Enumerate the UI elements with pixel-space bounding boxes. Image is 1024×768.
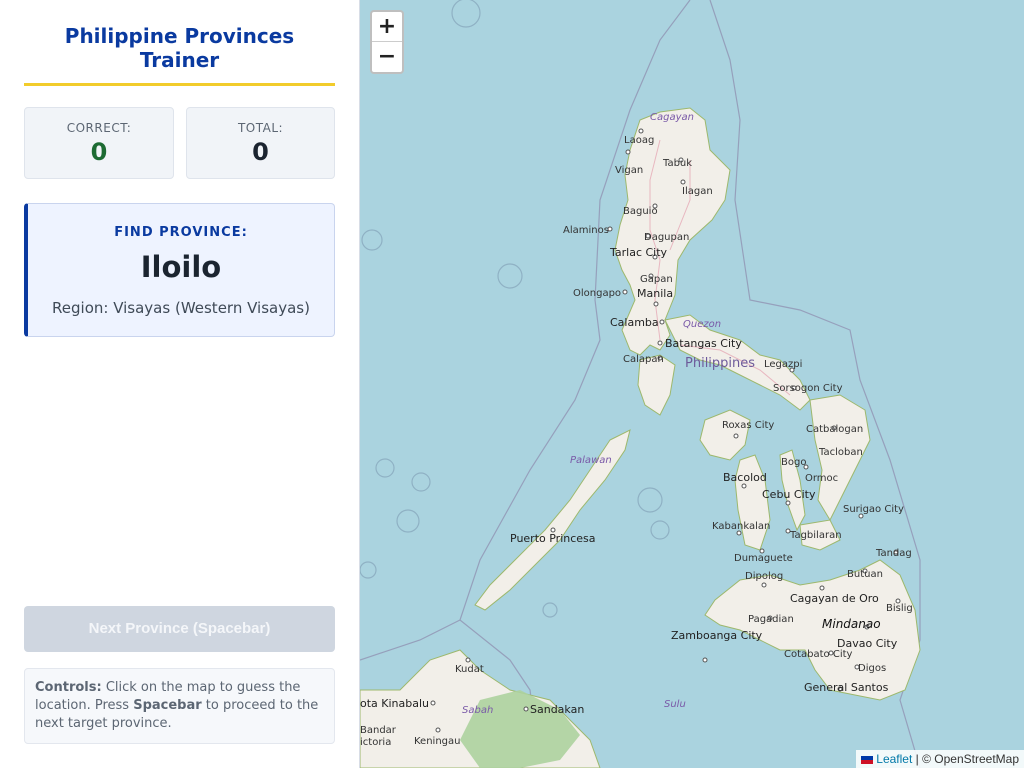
total-count: 0 [252,138,269,166]
label-bogo: Bogo [781,457,806,468]
label-bislig: Bislig [886,603,913,614]
label-sandakan: Sandakan [530,703,584,716]
find-province-label: FIND PROVINCE: [114,225,248,240]
controls-help: Controls: Click on the map to guess the … [24,668,335,744]
target-province-card: FIND PROVINCE: Iloilo Region: Visayas (W… [24,203,335,337]
label-tarlac: Tarlac City [609,246,668,259]
map-attribution: Leaflet | © OpenStreetMap [856,750,1024,768]
correct-label: CORRECT: [66,121,132,135]
label-tagbilaran: Tagbilaran [789,530,842,541]
label-davao: Davao City [837,637,898,650]
map-tiles[interactable]: Cagayan Laoag Tabuk Vigan Ilagan Baguio … [360,0,1024,768]
label-legazpi: Legazpi [764,359,802,370]
label-surigao: Surigao City [843,504,904,515]
label-batangas: Batangas City [665,337,742,350]
label-kudat: Kudat [455,664,484,675]
label-cotabato: Cotabato City [784,649,853,660]
label-puerto-princesa: Puerto Princesa [510,532,596,545]
label-bacolod: Bacolod [723,471,767,484]
leaflet-link[interactable]: Leaflet [876,752,912,766]
zoom-control: + − [370,10,404,74]
app-root: Philippine Provinces Trainer CORRECT: 0 … [0,0,1024,768]
label-zamboanga: Zamboanga City [671,629,763,642]
label-catbalogan: Catbalogan [806,424,863,435]
target-province-name: Iloilo [140,250,222,284]
label-cagayan: Cagayan [650,112,694,123]
label-tandag: Tandag [875,548,912,559]
label-philippines: Philippines [685,356,755,371]
label-cagayan-de-oro: Cagayan de Oro [790,592,879,605]
total-stat-card: TOTAL: 0 [186,107,335,179]
zoom-in-button[interactable]: + [372,12,402,42]
label-calamba: Calamba [610,316,659,329]
map-container[interactable]: Cagayan Laoag Tabuk Vigan Ilagan Baguio … [360,0,1024,768]
label-laoag: Laoag [624,135,654,146]
label-cebu: Cebu City [762,488,816,501]
title-divider [24,83,335,86]
label-vigan: Vigan [615,165,643,176]
label-tabuk: Tabuk [662,158,692,169]
label-butuan: Butuan [847,569,883,580]
attribution-separator: | [915,752,919,766]
label-ilagan: Ilagan [682,186,713,197]
label-olongapo: Olongapo [573,288,621,299]
label-dumaguete: Dumaguete [734,553,793,564]
label-roxas: Roxas City [722,420,774,431]
target-province-region: Region: Visayas (Western Visayas) [52,299,310,317]
label-sulu: Sulu [664,699,686,710]
ukraine-flag-icon [861,755,874,764]
osm-attribution: © OpenStreetMap [922,752,1019,766]
label-kota-kinabalu: ota Kinabalu [360,697,429,710]
label-tacloban: Tacloban [818,447,863,458]
correct-stat-card: CORRECT: 0 [24,107,174,179]
label-ormoc: Ormoc [805,473,838,484]
label-mindanao: Mindanao [822,617,881,631]
label-gapan: Gapan [640,274,673,285]
correct-count: 0 [90,138,108,166]
label-sorsogon: Sorsogon City [773,383,843,394]
label-alaminos: Alaminos [563,225,609,236]
next-province-button[interactable]: Next Province (Spacebar) [24,606,335,652]
controls-key: Spacebar [133,698,202,713]
label-palawan: Palawan [570,455,612,466]
label-keningau: Keningau [414,736,460,747]
label-dagupan: Dagupan [644,232,689,243]
label-pagadian: Pagadian [748,614,794,625]
label-quezon: Quezon [683,319,721,330]
label-dipolog: Dipolog [745,571,783,582]
label-manila: Manila [637,287,673,300]
label-baguio: Baguio [623,206,658,217]
zoom-out-button[interactable]: − [372,42,402,72]
label-kabankalan: Kabankalan [712,521,770,532]
label-victoria: ictoria [360,737,391,748]
controls-heading: Controls: [35,680,102,695]
total-label: TOTAL: [237,121,284,135]
label-bandar: Bandar [360,725,397,736]
sidebar: Philippine Provinces Trainer CORRECT: 0 … [0,0,360,768]
label-calapan: Calapan [623,354,664,365]
label-sabah: Sabah [462,705,493,716]
label-digos: Digos [858,663,886,674]
label-general-santos: General Santos [804,681,889,694]
app-title: Philippine Provinces Trainer [64,24,295,72]
